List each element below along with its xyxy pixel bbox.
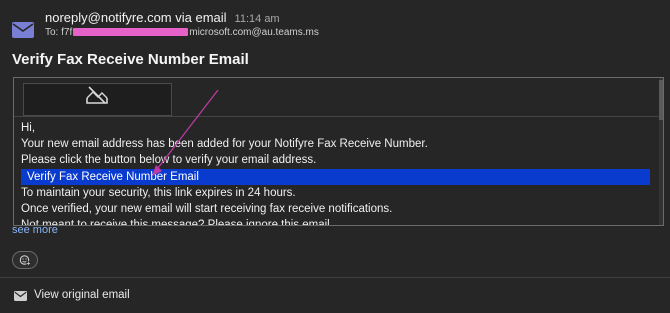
timestamp: 11:14 am	[234, 13, 280, 25]
body-line: Once verified, your new email will start…	[21, 203, 393, 215]
redaction-mark	[73, 28, 189, 37]
verify-email-link[interactable]: Verify Fax Receive Number Email	[21, 169, 650, 185]
email-header: noreply@notifyre.com via email 11:14 am T…	[0, 0, 670, 44]
body-line: Your new email address has been added fo…	[21, 138, 428, 150]
body-separator	[14, 116, 663, 117]
recipient-line: To: f7f microsoft.com@au.teams.ms	[45, 27, 319, 38]
see-more-link[interactable]: see more	[12, 224, 58, 236]
mail-icon	[12, 22, 34, 38]
body-line: To maintain your security, this link exp…	[21, 187, 296, 199]
scrollbar-thumb[interactable]	[659, 80, 663, 120]
email-body-text: Hi, Your new email address has been adde…	[21, 120, 651, 226]
mail-icon	[14, 291, 27, 301]
recipient-prefix: To: f7f	[45, 27, 73, 38]
email-subject: Verify Fax Receive Number Email	[12, 51, 249, 68]
view-original-label: View original email	[34, 289, 130, 301]
add-reaction-button[interactable]	[12, 251, 38, 269]
broken-image-icon	[86, 86, 108, 104]
email-body-frame[interactable]: Hi, Your new email address has been adde…	[13, 77, 664, 226]
body-line: Please click the button below to verify …	[21, 154, 317, 166]
body-line: Not meant to receive this message? Pleas…	[21, 219, 333, 226]
greeting: Hi,	[21, 122, 36, 134]
body-scrollbar[interactable]	[659, 78, 663, 225]
sender-address[interactable]: noreply@notifyre.com via email	[45, 10, 227, 25]
logo-image-placeholder	[23, 83, 172, 116]
add-reaction-icon	[19, 255, 31, 266]
recipient-suffix: microsoft.com@au.teams.ms	[189, 27, 319, 38]
footer-divider	[0, 277, 670, 278]
sender-line: noreply@notifyre.com via email 11:14 am	[45, 10, 280, 25]
